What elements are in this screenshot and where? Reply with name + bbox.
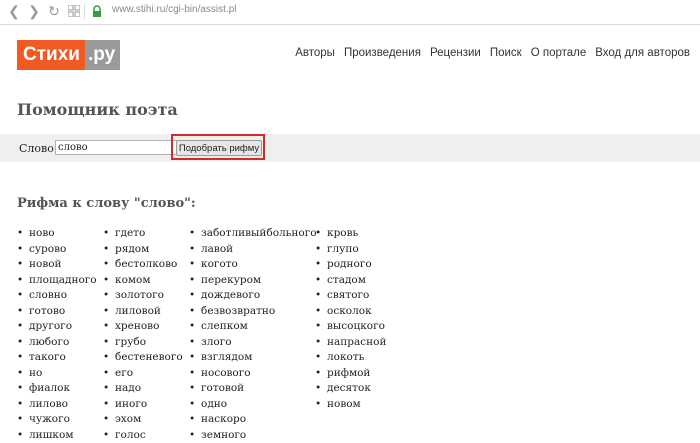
url-text[interactable]: www.stihi.ru/cgi-bin/assist.pl bbox=[112, 4, 236, 15]
rhyme-item: гдето bbox=[103, 226, 183, 242]
rhyme-item: новой bbox=[17, 257, 97, 273]
address-divider bbox=[84, 4, 85, 19]
rhyme-item: лилово bbox=[17, 397, 97, 413]
rhyme-item: напрасной bbox=[315, 335, 386, 351]
rhyme-item: его bbox=[103, 366, 183, 382]
rhyme-item: грубо bbox=[103, 335, 183, 351]
back-icon[interactable]: ❮ bbox=[6, 3, 22, 19]
rhyme-item: комом bbox=[103, 273, 183, 289]
rhyme-item: фиалок bbox=[17, 381, 97, 397]
rhyme-item: безвозвратно bbox=[189, 304, 317, 320]
rhyme-item: лиловой bbox=[103, 304, 183, 320]
rhyme-item: рядом bbox=[103, 242, 183, 258]
nav-about[interactable]: О портале bbox=[531, 47, 587, 59]
rhyme-item: глупо bbox=[315, 242, 386, 258]
forward-icon[interactable]: ❯ bbox=[26, 3, 42, 19]
refresh-icon[interactable]: ↻ bbox=[46, 3, 62, 19]
rhyme-column-4: кровьглупородногостадомсвятогоосколоквыс… bbox=[315, 226, 386, 412]
rhyme-item: надо bbox=[103, 381, 183, 397]
rhyme-item: готово bbox=[17, 304, 97, 320]
rhyme-item: родного bbox=[315, 257, 386, 273]
top-navigation: Авторы Произведения Рецензии Поиск О пор… bbox=[295, 47, 690, 59]
rhyme-item: злого bbox=[189, 335, 317, 351]
rhyme-item: святого bbox=[315, 288, 386, 304]
lock-icon bbox=[92, 3, 106, 19]
rhyme-item: золотого bbox=[103, 288, 183, 304]
rhyme-item: рифмой bbox=[315, 366, 386, 382]
rhyme-item: взглядом bbox=[189, 350, 317, 366]
nav-works[interactable]: Произведения bbox=[344, 47, 421, 59]
rhyme-item: другого bbox=[17, 319, 97, 335]
rhyme-item: десяток bbox=[315, 381, 386, 397]
rhyme-item: но bbox=[17, 366, 97, 382]
nav-authors[interactable]: Авторы bbox=[295, 47, 335, 59]
logo-part-stihi: Стихи bbox=[17, 40, 85, 70]
rhyme-item: осколок bbox=[315, 304, 386, 320]
rhyme-item: сурово bbox=[17, 242, 97, 258]
rhyme-item: иного bbox=[103, 397, 183, 413]
rhyme-item: носового bbox=[189, 366, 317, 382]
rhyme-item: когото bbox=[189, 257, 317, 273]
rhyme-item: заботливыйбольного bbox=[189, 226, 317, 242]
rhyme-item: бестеневого bbox=[103, 350, 183, 366]
browser-address-bar: ❮ ❯ ↻ www.stihi.ru/cgi-bin/assist.pl bbox=[0, 0, 700, 25]
nav-search[interactable]: Поиск bbox=[490, 47, 522, 59]
rhyme-item: словно bbox=[17, 288, 97, 304]
rhyme-item: локоть bbox=[315, 350, 386, 366]
rhyme-item: любого bbox=[17, 335, 97, 351]
nav-login[interactable]: Вход для авторов bbox=[595, 47, 690, 59]
apps-grid-icon[interactable] bbox=[66, 3, 82, 19]
rhyme-item: высоцкого bbox=[315, 319, 386, 335]
rhyme-column-1: новосуровоновойплощадногословноготоводру… bbox=[17, 226, 97, 443]
rhyme-item: чужого bbox=[17, 412, 97, 428]
word-input[interactable] bbox=[55, 140, 177, 155]
rhyme-item: ново bbox=[17, 226, 97, 242]
find-rhyme-button[interactable]: Подобрать рифму bbox=[176, 140, 262, 156]
rhyme-item: эхом bbox=[103, 412, 183, 428]
rhyme-item: наскоро bbox=[189, 412, 317, 428]
site-logo[interactable]: Стихи .ру bbox=[17, 40, 120, 70]
rhyme-item: лавой bbox=[189, 242, 317, 258]
rhyme-item: дождевого bbox=[189, 288, 317, 304]
rhyme-item: площадного bbox=[17, 273, 97, 289]
rhyme-form: Слово: Подобрать рифму bbox=[0, 134, 700, 162]
rhyme-item: новом bbox=[315, 397, 386, 413]
rhyme-item: слепком bbox=[189, 319, 317, 335]
result-title: Рифма к слову "слово": bbox=[17, 196, 196, 211]
rhyme-item: хреново bbox=[103, 319, 183, 335]
word-label: Слово: bbox=[19, 142, 58, 155]
page-title: Помощник поэта bbox=[17, 100, 178, 119]
rhyme-item: бестолково bbox=[103, 257, 183, 273]
rhyme-item: такого bbox=[17, 350, 97, 366]
rhyme-item: кровь bbox=[315, 226, 386, 242]
rhyme-column-3: заботливыйбольноголавойкоготоперекуромдо… bbox=[189, 226, 317, 443]
nav-reviews[interactable]: Рецензии bbox=[430, 47, 481, 59]
rhyme-item: стадом bbox=[315, 273, 386, 289]
rhyme-column-2: гдеторядомбестолковокомомзолотоголиловой… bbox=[103, 226, 183, 443]
rhyme-item: готовой bbox=[189, 381, 317, 397]
rhyme-item: перекуром bbox=[189, 273, 317, 289]
logo-part-ru: .ру bbox=[85, 40, 120, 70]
rhyme-item: одно bbox=[189, 397, 317, 413]
